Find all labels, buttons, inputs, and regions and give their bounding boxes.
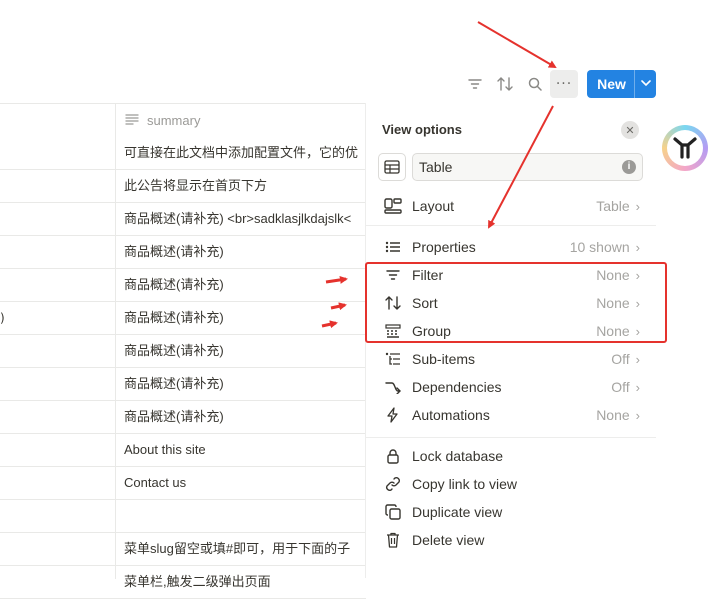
arrow-to-filter (325, 275, 348, 284)
arrow-to-properties (488, 105, 554, 229)
arrow-to-more-button (477, 21, 557, 69)
arrow-to-group (321, 320, 338, 329)
arrow-to-sort (330, 302, 347, 311)
annotation-arrows (321, 21, 557, 329)
